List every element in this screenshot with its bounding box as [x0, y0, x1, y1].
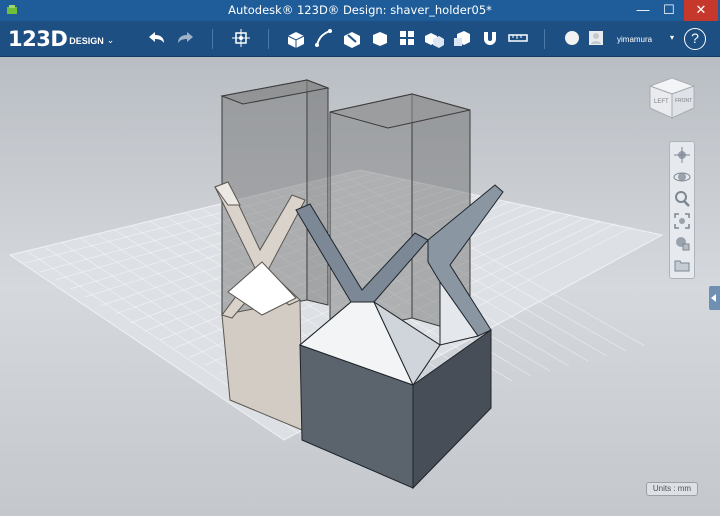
chevron-down-icon: ⌄ [106, 35, 115, 45]
measure-button[interactable] [504, 24, 532, 52]
construct-button[interactable] [338, 24, 366, 52]
group-button[interactable] [420, 24, 448, 52]
close-button[interactable]: ✕ [684, 0, 718, 21]
construct-icon [344, 32, 360, 48]
primitives-icon [287, 32, 305, 48]
snap-icon [484, 32, 496, 45]
pan-icon [674, 147, 690, 163]
view-options-button[interactable] [672, 233, 692, 253]
orbit-button[interactable] [672, 167, 692, 187]
combine-icon [454, 31, 470, 46]
units-indicator[interactable]: Units : mm [646, 482, 698, 496]
panel-expand-tab[interactable] [709, 286, 720, 310]
zoom-icon [675, 191, 690, 207]
folder-icon [674, 260, 690, 272]
view-cube[interactable]: LEFT FRONT [644, 70, 700, 122]
help-button[interactable]: ? [684, 28, 706, 50]
toolbar-separator [212, 29, 213, 49]
primitives-button[interactable] [282, 24, 310, 52]
zoom-button[interactable] [672, 189, 692, 209]
maximize-button[interactable]: ☐ [656, 0, 682, 21]
toolbar-separator [268, 29, 269, 49]
undo-button[interactable] [142, 24, 170, 52]
modify-icon [373, 32, 387, 46]
redo-icon [178, 32, 193, 43]
sketch-icon [315, 29, 332, 47]
minimize-button[interactable]: — [630, 0, 656, 21]
toolbar-separator [544, 29, 545, 49]
sketch-button[interactable] [310, 24, 338, 52]
main-toolbar: 123D DESIGN ⌄ yimamura ▾ ? [0, 21, 720, 57]
fit-button[interactable] [672, 211, 692, 231]
app-menu-button[interactable]: 123D DESIGN ⌄ [8, 27, 114, 51]
3d-viewport[interactable]: LEFT FRONT Units : mm [0, 57, 720, 516]
transform-icon [232, 29, 250, 47]
avatar-icon [589, 31, 603, 45]
logo-sub: DESIGN [69, 36, 104, 46]
window-title: Autodesk® 123D® Design: shaver_holder05* [228, 3, 492, 17]
logo-main: 123D [8, 27, 68, 51]
viewcube-face-front: FRONT [675, 98, 692, 104]
title-bar: Autodesk® 123D® Design: shaver_holder05*… [0, 0, 720, 21]
avatar[interactable] [582, 24, 610, 52]
view-options-icon [676, 237, 690, 251]
scene-canvas[interactable] [0, 57, 720, 516]
viewcube-face-left: LEFT [654, 99, 669, 105]
user-name[interactable]: yimamura [617, 35, 652, 44]
transform-button[interactable] [227, 24, 255, 52]
modify-button[interactable] [366, 24, 394, 52]
measure-icon [508, 34, 528, 42]
combine-button[interactable] [448, 24, 476, 52]
materials-browser-button[interactable] [672, 255, 692, 275]
redo-button[interactable] [172, 24, 200, 52]
navigation-bar [669, 141, 695, 279]
user-menu-caret[interactable]: ▾ [670, 33, 674, 42]
pattern-icon [400, 31, 414, 45]
undo-icon [149, 32, 164, 43]
fit-icon [674, 213, 690, 229]
pattern-button[interactable] [393, 24, 421, 52]
group-icon [425, 33, 444, 48]
pan-button[interactable] [672, 145, 692, 165]
snap-button[interactable] [476, 24, 504, 52]
orbit-icon [673, 172, 691, 182]
